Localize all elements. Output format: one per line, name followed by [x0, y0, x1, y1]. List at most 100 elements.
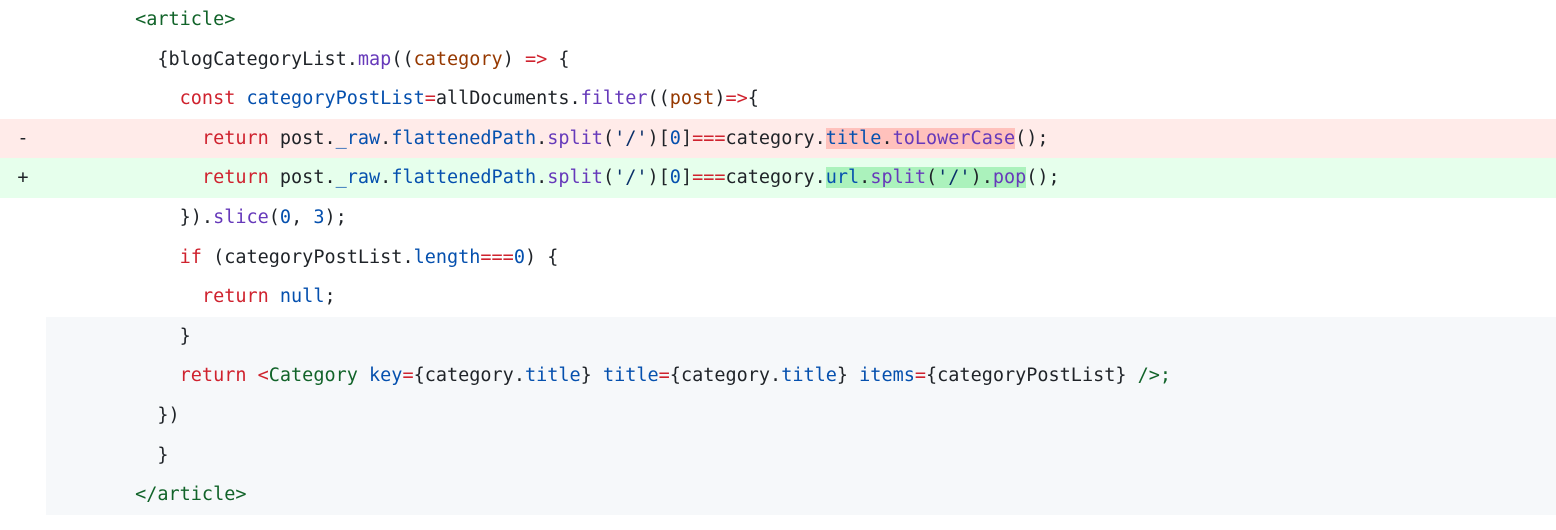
dot: .	[815, 167, 826, 188]
dot: .	[770, 365, 781, 386]
gutter-sign	[0, 475, 46, 515]
bracket: )[	[648, 167, 670, 188]
number-zero: 0	[670, 128, 681, 149]
paren: ).	[971, 167, 993, 188]
dot: .	[514, 365, 525, 386]
indent	[46, 326, 180, 347]
identifier: categoryPostList	[937, 365, 1115, 386]
equals: =	[915, 365, 926, 386]
space	[246, 365, 257, 386]
diff-line: const categoryPostList=allDocuments.filt…	[0, 79, 1556, 119]
indent	[46, 247, 180, 268]
keyword-return: return	[202, 128, 269, 149]
prop-title: title	[826, 128, 882, 149]
prop-title: title	[781, 365, 837, 386]
code-cell[interactable]: return post._raw.flattenedPath.split('/'…	[46, 158, 1556, 198]
jsx-angle: <	[258, 365, 269, 386]
paren: (	[926, 167, 937, 188]
jsx-attr-key: key	[369, 365, 402, 386]
space	[848, 365, 859, 386]
brace: }	[180, 326, 191, 347]
code-cell[interactable]: }	[46, 436, 1556, 476]
indent	[46, 207, 180, 228]
identifier: category	[726, 128, 815, 149]
dot: .	[402, 247, 413, 268]
code-cell[interactable]: </article>	[46, 475, 1556, 515]
code-cell[interactable]: <article>	[46, 0, 1556, 40]
operator-eqeqeq: ===	[692, 128, 725, 149]
prop-length: length	[414, 247, 481, 268]
diff-table: <article> {blogCategoryList.map((categor…	[0, 0, 1556, 515]
diff-line: return <Category key={category.title} ti…	[0, 356, 1556, 396]
jsx-self-close: />;	[1127, 365, 1172, 386]
prop-raw: _raw	[336, 167, 381, 188]
gutter-sign	[0, 79, 46, 119]
equals: =	[659, 365, 670, 386]
diff-line-addition: + return post._raw.flattenedPath.split('…	[0, 158, 1556, 198]
gutter-sign	[0, 238, 46, 278]
code-cell[interactable]: return null;	[46, 277, 1556, 317]
diff-line: {blogCategoryList.map((category) => {	[0, 40, 1556, 80]
paren: ((	[647, 88, 669, 109]
indent	[46, 445, 157, 466]
code-cell[interactable]: {blogCategoryList.map((category) => {	[46, 40, 1556, 80]
identifier: post	[280, 167, 325, 188]
string-slash: '/'	[614, 167, 647, 188]
code-cell[interactable]: return <Category key={category.title} ti…	[46, 356, 1556, 396]
number-zero: 0	[514, 247, 525, 268]
diff-line-deletion: - return post._raw.flattenedPath.split('…	[0, 119, 1556, 159]
method-split: split	[547, 128, 603, 149]
dot: .	[324, 167, 335, 188]
paren: ) {	[525, 247, 558, 268]
method-map: map	[358, 49, 391, 70]
diff-line: if (categoryPostList.length===0) {	[0, 238, 1556, 278]
brace: }	[837, 365, 848, 386]
identifier: categoryPostList	[224, 247, 402, 268]
gutter-sign	[0, 317, 46, 357]
string-slash: '/'	[937, 167, 970, 188]
brace: }	[157, 445, 168, 466]
method-toLowerCase: toLowerCase	[893, 128, 1016, 149]
keyword-return: return	[202, 286, 269, 307]
gutter-sign	[0, 396, 46, 436]
method-split: split	[870, 167, 926, 188]
paren: (	[269, 207, 280, 228]
word-diff-added: url.split('/').pop	[826, 167, 1027, 188]
dot: .	[380, 167, 391, 188]
diff-line: }	[0, 317, 1556, 357]
space	[235, 88, 246, 109]
keyword-if: if	[180, 247, 202, 268]
jsx-attr-title: title	[603, 365, 659, 386]
comma: ,	[291, 207, 313, 228]
gutter-sign	[0, 0, 46, 40]
code-cell[interactable]: return post._raw.flattenedPath.split('/'…	[46, 119, 1556, 159]
space	[269, 128, 280, 149]
brace: {	[157, 49, 168, 70]
plus-sign: +	[17, 167, 28, 188]
paren: ((	[391, 49, 413, 70]
minus-sign: -	[17, 128, 28, 149]
gutter-sign-plus: +	[0, 158, 46, 198]
dot: .	[324, 128, 335, 149]
prop-flattenedPath: flattenedPath	[391, 167, 536, 188]
code-cell[interactable]: }).slice(0, 3);	[46, 198, 1556, 238]
indent	[46, 167, 202, 188]
jsx-attr-items: items	[859, 365, 915, 386]
code-cell[interactable]: if (categoryPostList.length===0) {	[46, 238, 1556, 278]
space	[358, 365, 369, 386]
code-cell[interactable]: const categoryPostList=allDocuments.filt…	[46, 79, 1556, 119]
number-zero: 0	[670, 167, 681, 188]
space	[269, 167, 280, 188]
gutter-sign	[0, 40, 46, 80]
space	[202, 247, 213, 268]
number-zero: 0	[280, 207, 291, 228]
code-cell[interactable]: }	[46, 317, 1556, 357]
paren: )	[714, 88, 725, 109]
identifier: blogCategoryList	[169, 49, 347, 70]
code-cell[interactable]: })	[46, 396, 1556, 436]
tail: ();	[1026, 167, 1059, 188]
dot: .	[536, 167, 547, 188]
keyword-const: const	[180, 88, 236, 109]
bracket: ]	[681, 128, 692, 149]
indent	[46, 286, 202, 307]
